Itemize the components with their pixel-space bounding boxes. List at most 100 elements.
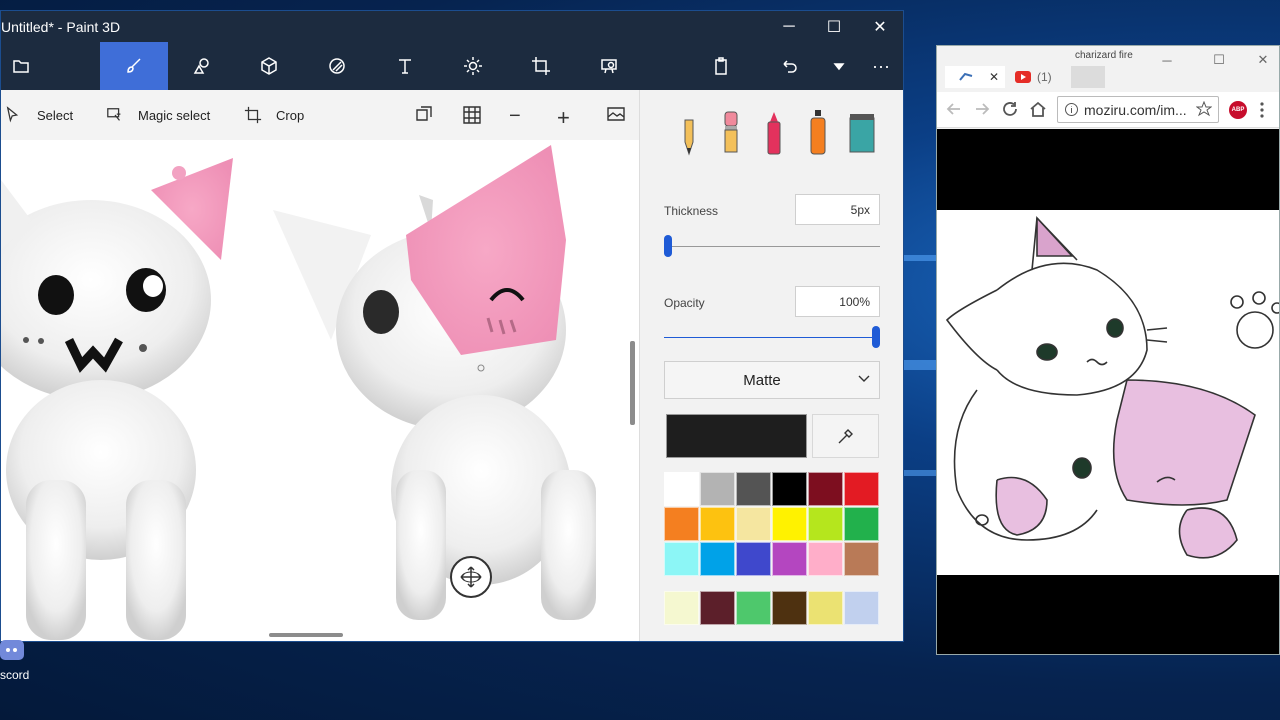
drawing-canvas[interactable] [1, 140, 637, 641]
select-label: Select [37, 107, 74, 123]
arrow-left-icon [946, 103, 960, 115]
eyedropper-button[interactable] [812, 414, 879, 458]
reload-button[interactable] [1001, 100, 1021, 120]
stickers-tool-button[interactable] [303, 42, 371, 90]
color-swatch[interactable] [844, 542, 879, 576]
paste-button[interactable] [687, 42, 755, 90]
color-swatch[interactable] [736, 472, 771, 506]
opacity-input[interactable]: 100% [795, 286, 880, 317]
custom-color-swatch[interactable] [700, 591, 735, 625]
back-button[interactable] [945, 100, 965, 120]
rotate-gizmo[interactable] [450, 556, 492, 598]
home-button[interactable] [1029, 100, 1049, 120]
grid-toggle-button[interactable] [462, 105, 482, 125]
view-options-button[interactable] [606, 105, 626, 125]
home-icon [1030, 101, 1046, 117]
undo-button[interactable] [755, 42, 823, 90]
color-swatch[interactable] [664, 472, 699, 506]
reference-cat-drawing[interactable] [937, 210, 1279, 575]
reload-icon [1003, 102, 1017, 116]
chrome-navbar: moziru.com/im... ABP [937, 92, 1279, 128]
2d-shapes-tool-button[interactable] [168, 42, 236, 90]
zoom-out-button[interactable]: − [509, 105, 529, 127]
color-swatch[interactable] [700, 472, 735, 506]
minimize-button[interactable]: ─ [766, 11, 812, 42]
eyedropper-icon [838, 429, 853, 444]
eraser-icon[interactable] [717, 108, 745, 156]
fill-bucket-icon[interactable] [848, 108, 876, 156]
chrome-minimize-button[interactable]: ─ [1147, 46, 1187, 74]
history-dropdown-button[interactable] [819, 42, 859, 90]
color-swatch[interactable] [808, 507, 843, 541]
custom-color-swatch[interactable] [808, 591, 843, 625]
pencil-icon[interactable] [675, 108, 703, 156]
chrome-tab-youtube[interactable]: (1) [1011, 66, 1067, 88]
tab-close-button[interactable]: ✕ [989, 70, 999, 84]
color-swatch[interactable] [736, 542, 771, 576]
chrome-tab-active[interactable]: ✕ [945, 66, 1005, 88]
color-swatch[interactable] [700, 507, 735, 541]
chrome-page-content [937, 129, 1279, 654]
address-bar[interactable]: moziru.com/im... [1057, 96, 1219, 123]
spray-can-icon[interactable] [804, 108, 832, 156]
current-color-swatch[interactable] [666, 414, 807, 458]
rotate-3d-icon [460, 566, 482, 588]
opacity-slider[interactable] [664, 337, 880, 338]
color-swatch[interactable] [844, 472, 879, 506]
zoom-in-button[interactable]: + [557, 105, 577, 130]
chrome-maximize-button[interactable]: ☐ [1199, 46, 1239, 74]
custom-color-swatch[interactable] [664, 591, 699, 625]
color-swatch[interactable] [808, 542, 843, 576]
chrome-close-button[interactable]: ✕ [1243, 46, 1279, 74]
desktop-discord-shortcut[interactable]: scord [0, 640, 40, 684]
chrome-window: charizard fire ─ ☐ ✕ ✕ (1) moziru.com/im… [936, 45, 1280, 655]
effects-tool-button[interactable] [439, 42, 507, 90]
crayon-icon[interactable] [760, 108, 788, 156]
color-swatch[interactable] [808, 472, 843, 506]
3d-view-icon [416, 106, 432, 121]
thickness-slider[interactable] [664, 246, 880, 247]
chrome-titlebar: charizard fire ─ ☐ ✕ ✕ (1) [937, 46, 1279, 88]
3d-shapes-tool-button[interactable] [235, 42, 303, 90]
color-swatch[interactable] [844, 507, 879, 541]
material-dropdown[interactable]: Matte [664, 361, 880, 399]
adblock-extension-button[interactable]: ABP [1229, 101, 1247, 119]
text-tool-button[interactable] [371, 42, 439, 90]
text-icon [399, 59, 411, 74]
maximize-button[interactable]: ☐ [811, 11, 857, 42]
brushes-tool-button[interactable] [100, 42, 168, 90]
2d-shapes-icon [193, 58, 209, 74]
color-swatch[interactable] [772, 507, 807, 541]
thickness-input[interactable]: 5px [795, 194, 880, 225]
color-swatch[interactable] [772, 542, 807, 576]
custom-color-swatch[interactable] [736, 591, 771, 625]
magic-select-button[interactable]: Magic select [106, 90, 210, 140]
custom-color-swatch[interactable] [844, 591, 879, 625]
remix3d-tool-button[interactable] [575, 42, 643, 90]
opacity-slider-thumb[interactable] [872, 326, 880, 348]
horizontal-scrollbar[interactable] [269, 633, 343, 637]
select-button[interactable]: Select [5, 90, 73, 140]
vertical-scrollbar[interactable] [630, 341, 635, 425]
color-swatch[interactable] [772, 472, 807, 506]
crop-button[interactable]: Crop [244, 90, 304, 140]
color-swatch[interactable] [736, 507, 771, 541]
thickness-slider-thumb[interactable] [664, 235, 672, 257]
image-icon [607, 107, 625, 121]
remix3d-icon [601, 59, 617, 74]
close-button[interactable]: ✕ [857, 11, 903, 42]
canvas-tool-button[interactable] [507, 42, 575, 90]
new-tab-button[interactable] [1071, 66, 1105, 88]
color-swatch[interactable] [664, 507, 699, 541]
3d-view-button[interactable] [414, 105, 434, 125]
menu-button[interactable] [1, 42, 55, 90]
color-swatch[interactable] [700, 542, 735, 576]
forward-button[interactable] [973, 100, 993, 120]
magic-select-label: Magic select [138, 107, 211, 123]
bookmark-star-icon[interactable] [1196, 101, 1212, 117]
custom-color-swatch[interactable] [772, 591, 807, 625]
chrome-menu-button[interactable] [1259, 101, 1269, 119]
more-button[interactable]: ··· [859, 42, 903, 90]
crop-icon [244, 106, 262, 124]
color-swatch[interactable] [664, 542, 699, 576]
